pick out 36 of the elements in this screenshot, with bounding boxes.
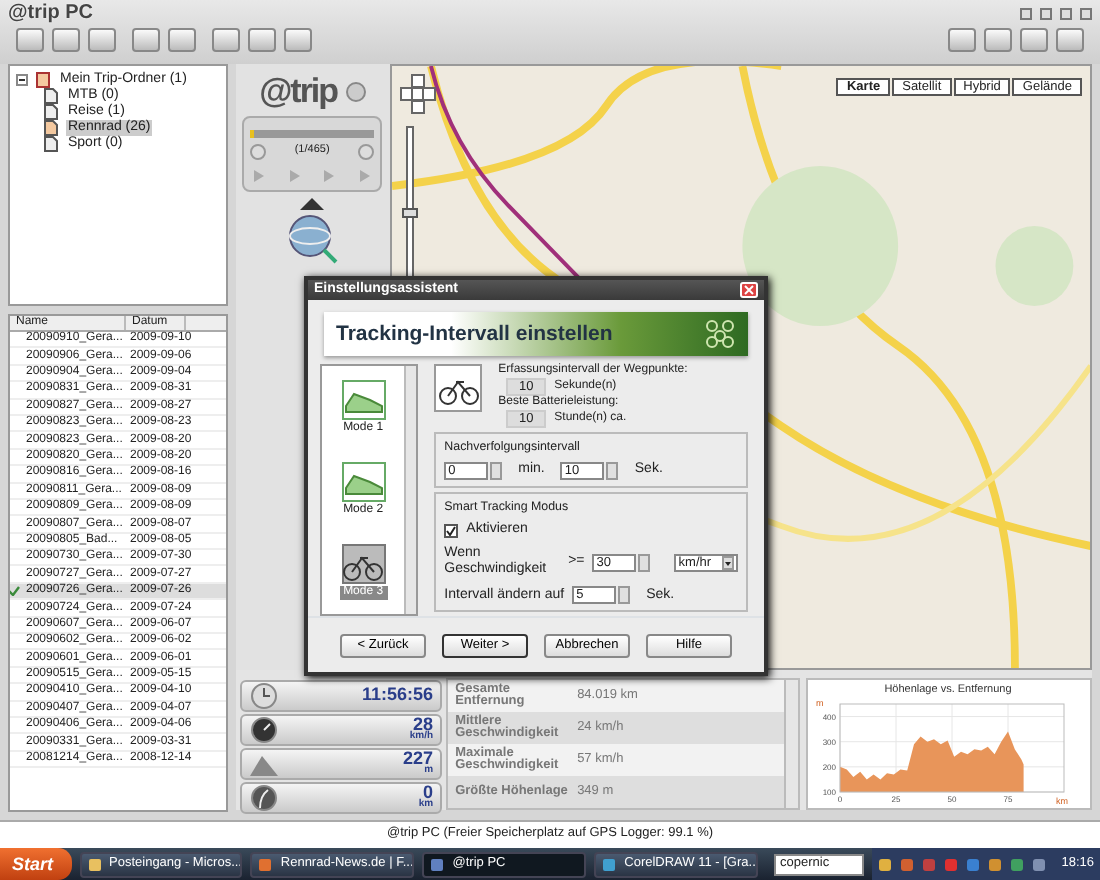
scrollbar[interactable] xyxy=(783,680,798,808)
start-button[interactable]: Start xyxy=(0,848,72,880)
dropdown-arrow-icon xyxy=(722,555,734,570)
app-icon xyxy=(602,857,617,871)
app-icon xyxy=(258,857,273,871)
checkbox[interactable] xyxy=(444,523,459,538)
check-icon xyxy=(446,525,457,536)
scrollbar[interactable] xyxy=(404,366,417,615)
globe-search-icon[interactable] xyxy=(286,211,339,264)
collapse-arrow-icon[interactable] xyxy=(298,195,327,212)
skip-forward-icon[interactable] xyxy=(358,143,375,160)
gauge-value: 28 xyxy=(413,716,434,733)
maximize-button[interactable] xyxy=(1060,7,1072,20)
zoom-slider-thumb[interactable] xyxy=(401,207,418,218)
folder-icon xyxy=(36,72,50,89)
close-button[interactable] xyxy=(1080,7,1092,20)
check-icon xyxy=(10,586,20,597)
app-icon xyxy=(87,857,102,871)
speedometer-icon xyxy=(249,715,278,743)
app-logo: @trip xyxy=(259,72,338,112)
dialog-heading: Tracking-Intervall einstellen xyxy=(336,322,613,347)
window-title: @trip PC xyxy=(6,0,96,27)
gauge-value: 11:56:56 xyxy=(362,686,434,704)
minimize-button[interactable] xyxy=(1020,7,1032,20)
app-icon xyxy=(430,857,445,871)
expander-icon[interactable] xyxy=(16,74,28,87)
gauge-value: 227 xyxy=(403,750,434,767)
spin-button[interactable] xyxy=(606,461,619,480)
clock-icon xyxy=(249,681,278,709)
hexagon-logo-icon xyxy=(704,320,736,349)
close-icon[interactable] xyxy=(740,282,758,299)
skip-back-icon[interactable] xyxy=(250,143,267,160)
spin-button[interactable] xyxy=(490,461,503,480)
restore-button[interactable] xyxy=(1040,7,1052,20)
mode-option[interactable] xyxy=(341,544,386,585)
gauge-value: 0 xyxy=(423,784,434,801)
